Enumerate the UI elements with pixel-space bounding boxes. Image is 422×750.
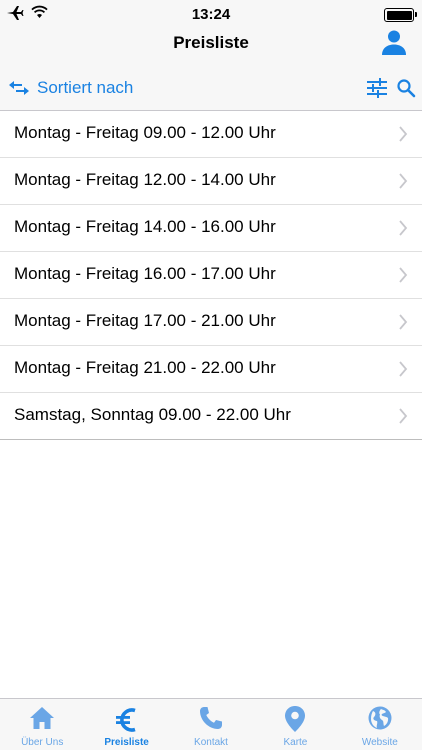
chevron-right-icon [399, 408, 408, 424]
filter-sliders-icon[interactable] [366, 77, 388, 99]
list-item[interactable]: Montag - Freitag 14.00 - 16.00 Uhr [0, 205, 422, 252]
status-time: 13:24 [191, 6, 231, 23]
list-item-label: Montag - Freitag 09.00 - 12.00 Uhr [14, 123, 276, 142]
list-item-label: Montag - Freitag 14.00 - 16.00 Uhr [14, 217, 276, 236]
globe-icon [368, 706, 392, 730]
battery-icon [384, 8, 417, 22]
price-list: Montag - Freitag 09.00 - 12.00 Uhr Monta… [0, 111, 422, 440]
tab-label: Kontakt [194, 737, 228, 748]
tab-bar: Über Uns Preisliste Kontakt Karte Websit… [0, 698, 422, 750]
chevron-right-icon [399, 220, 408, 236]
top-bar: 13:24 Preisliste Sortiert nach [0, 0, 422, 111]
tab-website[interactable]: Website [338, 699, 422, 750]
list-item[interactable]: Montag - Freitag 21.00 - 22.00 Uhr [0, 346, 422, 393]
list-item[interactable]: Montag - Freitag 16.00 - 17.00 Uhr [0, 252, 422, 299]
chevron-right-icon [399, 314, 408, 330]
list-item[interactable]: Samstag, Sonntag 09.00 - 22.00 Uhr [0, 393, 422, 440]
home-icon [30, 707, 55, 729]
tab-label: Preisliste [104, 737, 149, 748]
profile-icon[interactable] [380, 28, 408, 56]
list-item[interactable]: Montag - Freitag 17.00 - 21.00 Uhr [0, 299, 422, 346]
list-item-label: Montag - Freitag 17.00 - 21.00 Uhr [14, 311, 276, 330]
map-pin-icon [285, 706, 306, 732]
search-icon[interactable] [396, 78, 416, 98]
sort-swap-icon[interactable] [8, 78, 30, 98]
sort-bar: Sortiert nach [0, 66, 422, 110]
tab-label: Website [361, 737, 398, 748]
chevron-right-icon [399, 173, 408, 189]
phone-icon [200, 707, 223, 729]
navigation-bar: Preisliste [0, 28, 422, 60]
tab-kontakt[interactable]: Kontakt [169, 699, 253, 750]
list-item[interactable]: Montag - Freitag 09.00 - 12.00 Uhr [0, 111, 422, 158]
list-item-label: Samstag, Sonntag 09.00 - 22.00 Uhr [14, 405, 291, 424]
tab-ueber-uns[interactable]: Über Uns [0, 699, 84, 750]
tab-preisliste[interactable]: Preisliste [84, 699, 168, 750]
status-bar: 13:24 [0, 0, 422, 28]
list-item-label: Montag - Freitag 21.00 - 22.00 Uhr [14, 358, 276, 377]
chevron-right-icon [399, 361, 408, 377]
tab-label: Über Uns [21, 737, 64, 748]
page-title: Preisliste [173, 33, 249, 52]
tab-karte[interactable]: Karte [253, 699, 337, 750]
chevron-right-icon [399, 267, 408, 283]
tab-label: Karte [283, 737, 308, 748]
chevron-right-icon [399, 126, 408, 142]
list-item-label: Montag - Freitag 16.00 - 17.00 Uhr [14, 264, 276, 283]
sort-by-button[interactable]: Sortiert nach [37, 78, 133, 98]
list-item[interactable]: Montag - Freitag 12.00 - 14.00 Uhr [0, 158, 422, 205]
euro-icon [115, 708, 136, 732]
list-item-label: Montag - Freitag 12.00 - 14.00 Uhr [14, 170, 276, 189]
